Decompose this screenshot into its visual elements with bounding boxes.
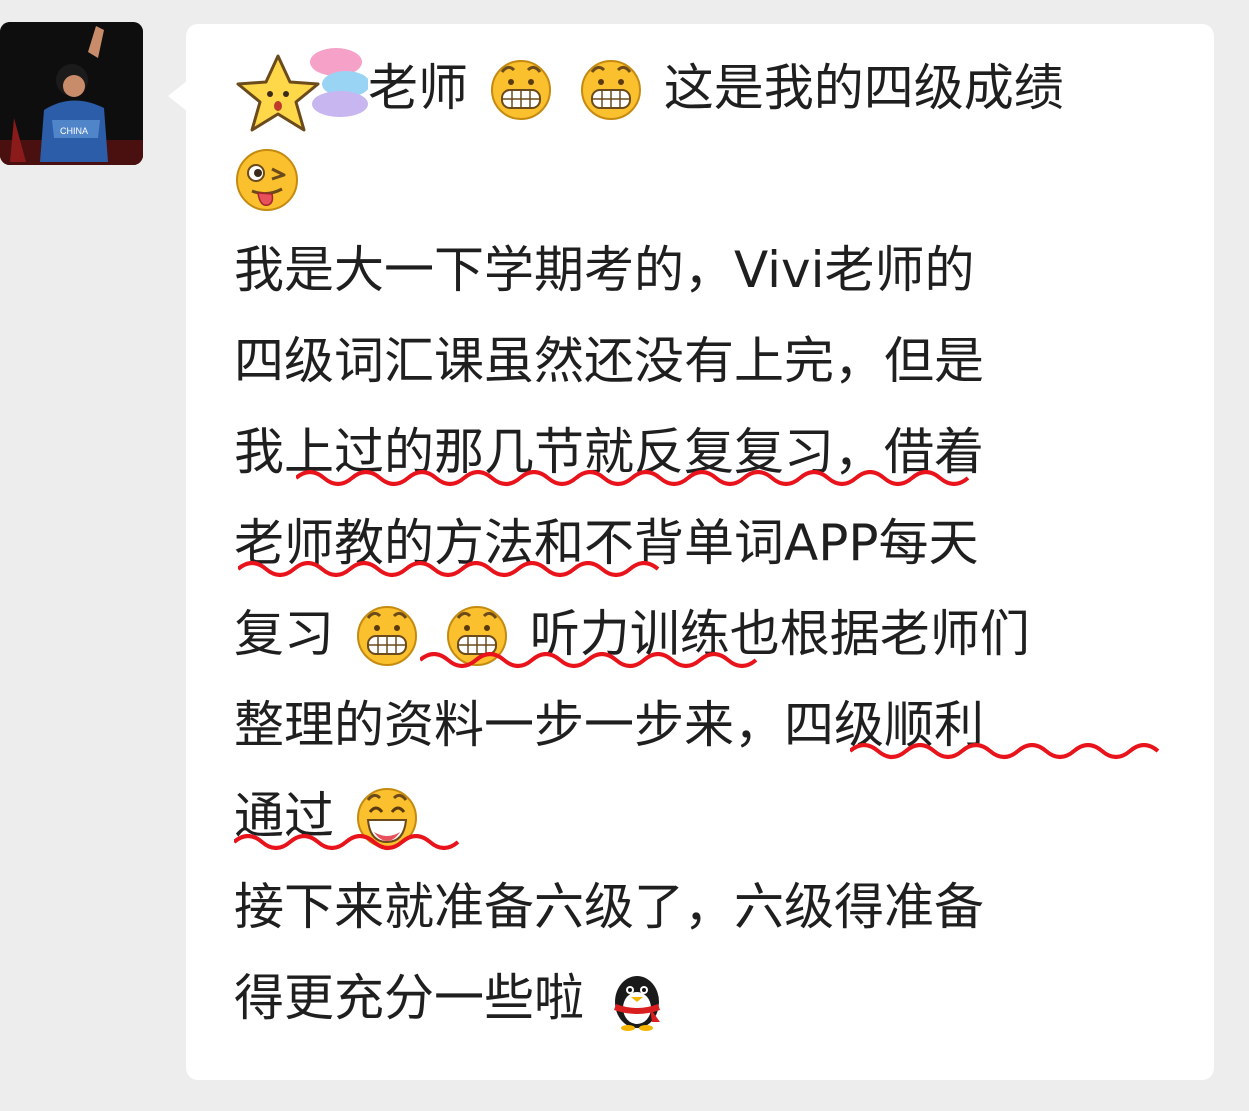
grinning-emoji-icon <box>578 56 644 122</box>
svg-text:CHINA: CHINA <box>60 126 88 136</box>
message-line-2 <box>234 131 1194 222</box>
grinning-emoji-icon <box>354 602 420 668</box>
message-line-5: 我上过的那几节就反复复习，借着 <box>234 404 1194 495</box>
message-line-11: 得更充分一些啦 <box>234 950 1194 1041</box>
message-text: 老师 这是我的四级成绩 我是大一下学期考的，Vivi老师的 四级词汇课虽然还没有… <box>234 40 1194 1041</box>
grinning-emoji-icon <box>444 602 510 668</box>
grinning-emoji-icon <box>488 56 554 122</box>
wink-tongue-emoji-icon <box>234 147 300 213</box>
qq-penguin-emoji-icon <box>604 966 670 1032</box>
message-line-8: 整理的资料一步一步来，四级顺利 <box>234 677 1194 768</box>
message-line-6: 老师教的方法和不背单词APP每天 <box>234 495 1194 586</box>
user-avatar[interactable]: CHINA <box>0 22 143 165</box>
line1-text-a: 老师 <box>368 59 468 117</box>
message-line-9: 通过 <box>234 768 1194 859</box>
bubble-tail <box>168 80 188 112</box>
message-line-10: 接下来就准备六级了，六级得准备 <box>234 878 984 936</box>
message-line-1: 老师 这是我的四级成绩 <box>234 40 1194 132</box>
big-smile-emoji-icon <box>354 784 420 850</box>
message-line-4: 四级词汇课虽然还没有上完，但是 <box>234 332 984 390</box>
user-avatar-photo-icon: CHINA <box>0 22 143 165</box>
message-line-7: 复习 听力训练也根据老师们 <box>234 586 1194 677</box>
line1-text-b: 这是我的四级成绩 <box>663 59 1064 117</box>
message-line-3: 我是大一下学期考的，Vivi老师的 <box>234 241 975 299</box>
